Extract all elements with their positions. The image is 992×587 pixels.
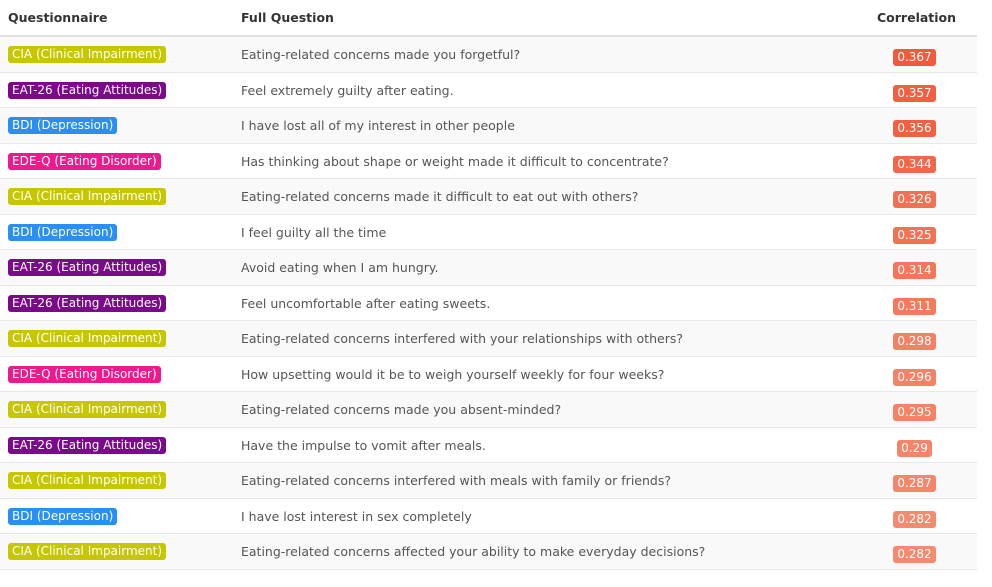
correlation-column-header[interactable]: Correlation — [877, 10, 956, 26]
correlation-badge: 0.287 — [893, 475, 936, 492]
questionnaire-badge: EAT-26 (Eating Attitudes) — [8, 294, 167, 312]
table-row[interactable]: CIA (Clinical Impairment) Eating-related … — [0, 321, 977, 357]
correlation-cell: 0.311 — [877, 295, 952, 315]
questionnaire-badge: BDI (Depression) — [8, 117, 118, 134]
question-text: How upsetting would it be to weigh yours… — [241, 366, 665, 382]
table-row[interactable]: BDI (Depression) I feel guilty all the ti… — [0, 214, 977, 250]
correlation-badge: 0.29 — [897, 439, 932, 457]
question-text: Eating-related concerns interfered with … — [241, 473, 671, 488]
correlation-badge: 0.326 — [893, 191, 936, 208]
correlation-badge: 0.311 — [893, 297, 936, 315]
correlation-badge: 0.325 — [893, 226, 936, 244]
table-row[interactable]: EAT-26 (Eating Attitudes) Feel uncomforta… — [0, 285, 977, 321]
questionnaire-badge: BDI (Depression) — [8, 223, 118, 241]
question-text: Feel extremely guilty after eating. — [241, 82, 454, 98]
correlation-cell: 0.295 — [877, 401, 952, 421]
questionnaire-badge: CIA (Clinical Impairment) — [8, 472, 167, 489]
correlation-cell: 0.287 — [877, 472, 952, 492]
table-row[interactable]: EAT-26 (Eating Attitudes) Have the impuls… — [0, 427, 977, 463]
table-row[interactable]: BDI (Depression) I have lost all of my in… — [0, 108, 977, 144]
question-text: Avoid eating when I am hungry. — [241, 260, 439, 275]
correlation-badge: 0.298 — [893, 333, 936, 350]
questionnaire-badge: CIA (Clinical Impairment) — [8, 401, 167, 418]
questionnaire-badge: EDE-Q (Eating Disorder) — [8, 365, 161, 383]
question-text: Feel uncomfortable after eating sweets. — [241, 295, 491, 311]
table-row[interactable]: EDE-Q (Eating Disorder) How upsetting wou… — [0, 356, 977, 392]
correlation-cell: 0.326 — [877, 188, 952, 208]
correlation-table: Questionnaire Full Question Correlation … — [0, 0, 977, 570]
question-text: Have the impulse to vomit after meals. — [241, 437, 486, 453]
question-text: I have lost interest in sex completely — [241, 508, 472, 524]
table-header: Questionnaire Full Question Correlation — [0, 0, 977, 37]
table-row[interactable]: CIA (Clinical Impairment) Eating-related … — [0, 179, 977, 215]
correlation-badge: 0.295 — [893, 404, 936, 421]
questionnaire-badge: CIA (Clinical Impairment) — [8, 330, 167, 347]
questionnaire-badge: EAT-26 (Eating Attitudes) — [8, 259, 167, 276]
question-text: I have lost all of my interest in other … — [241, 118, 515, 133]
correlation-cell: 0.356 — [877, 117, 952, 137]
correlation-badge: 0.357 — [893, 84, 936, 102]
questionnaire-badge: CIA (Clinical Impairment) — [8, 543, 167, 560]
correlation-cell: 0.296 — [877, 366, 952, 386]
correlation-badge: 0.314 — [893, 262, 936, 279]
correlation-cell: 0.367 — [877, 46, 952, 66]
table-row[interactable]: EAT-26 (Eating Attitudes) Feel extremely … — [0, 72, 977, 108]
correlation-cell: 0.325 — [877, 224, 952, 244]
table-row[interactable]: CIA (Clinical Impairment) Eating-related … — [0, 37, 977, 73]
correlation-badge: 0.356 — [893, 120, 936, 137]
correlation-cell: 0.29 — [877, 437, 952, 457]
question-text: Eating-related concerns affected your ab… — [241, 544, 706, 559]
table-row[interactable]: CIA (Clinical Impairment) Eating-related … — [0, 534, 977, 570]
correlation-badge: 0.282 — [893, 510, 936, 528]
question-text: Has thinking about shape or weight made … — [241, 153, 669, 169]
question-text: I feel guilty all the time — [241, 224, 387, 240]
correlation-cell: 0.282 — [877, 508, 952, 528]
questionnaire-badge: EAT-26 (Eating Attitudes) — [8, 436, 167, 454]
correlation-cell: 0.298 — [877, 330, 952, 350]
table-row[interactable]: BDI (Depression) I have lost interest in … — [0, 498, 977, 534]
question-text: Eating-related concerns made you forgetf… — [241, 47, 521, 62]
correlation-badge: 0.367 — [893, 49, 936, 66]
correlation-cell: 0.282 — [877, 543, 952, 563]
table-row[interactable]: CIA (Clinical Impairment) Eating-related … — [0, 392, 977, 428]
question-text: Eating-related concerns made you absent-… — [241, 402, 562, 417]
questionnaire-badge: BDI (Depression) — [8, 507, 118, 525]
questionnaire-badge: CIA (Clinical Impairment) — [8, 188, 167, 205]
table-row[interactable]: EDE-Q (Eating Disorder) Has thinking abou… — [0, 143, 977, 179]
questionnaire-column-header[interactable]: Questionnaire — [8, 10, 107, 26]
correlation-cell: 0.314 — [877, 259, 952, 279]
questionnaire-badge: EAT-26 (Eating Attitudes) — [8, 81, 167, 99]
table-row[interactable]: EAT-26 (Eating Attitudes) Avoid eating wh… — [0, 250, 977, 286]
correlation-cell: 0.344 — [877, 153, 952, 173]
table-row[interactable]: CIA (Clinical Impairment) Eating-related … — [0, 463, 977, 499]
correlation-badge: 0.282 — [893, 546, 936, 563]
question-text: Eating-related concerns made it difficul… — [241, 189, 639, 204]
question-text: Eating-related concerns interfered with … — [241, 331, 683, 346]
correlation-badge: 0.344 — [893, 155, 936, 173]
questionnaire-badge: EDE-Q (Eating Disorder) — [8, 152, 161, 170]
correlation-cell: 0.357 — [877, 82, 952, 102]
correlation-badge: 0.296 — [893, 368, 936, 386]
table-body: CIA (Clinical Impairment) Eating-related … — [0, 37, 977, 570]
questionnaire-badge: CIA (Clinical Impairment) — [8, 46, 167, 63]
full-question-column-header[interactable]: Full Question — [241, 10, 334, 26]
